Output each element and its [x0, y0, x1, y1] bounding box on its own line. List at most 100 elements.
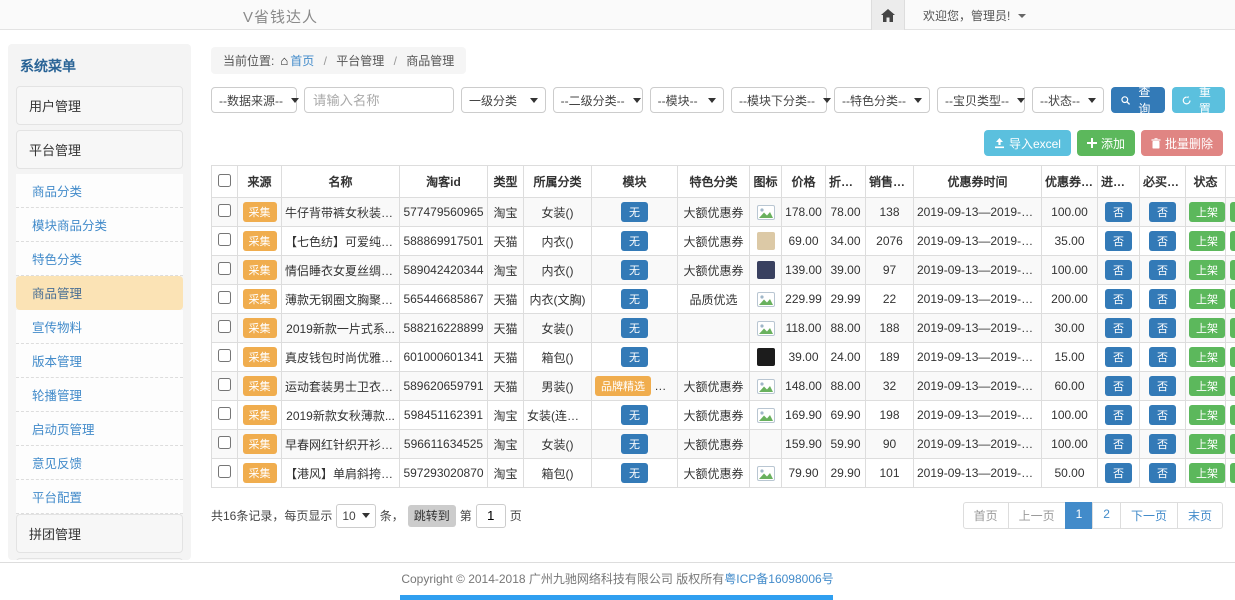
- status-button[interactable]: 上架: [1189, 231, 1225, 251]
- data-source-select[interactable]: --数据来源--: [211, 87, 297, 113]
- status-select[interactable]: --状态--: [1032, 87, 1104, 113]
- sidebar-group-拼团管理[interactable]: 拼团管理: [16, 514, 183, 553]
- item-type-select[interactable]: --宝贝类型--: [937, 87, 1025, 113]
- status-button[interactable]: 上架: [1189, 347, 1225, 367]
- batch-delete-button[interactable]: 批量删除: [1141, 130, 1223, 156]
- pager-button-2[interactable]: 2: [1092, 502, 1121, 529]
- edit-button[interactable]: [1230, 260, 1235, 280]
- select-all-checkbox[interactable]: [218, 174, 231, 187]
- home-button[interactable]: [871, 0, 905, 30]
- must-buy-toggle-button[interactable]: 否: [1149, 347, 1176, 367]
- level1-category-select[interactable]: 一级分类: [461, 87, 546, 113]
- import-toggle-button[interactable]: 否: [1105, 202, 1132, 222]
- module-select[interactable]: --模块--: [650, 87, 724, 113]
- source-badge[interactable]: 采集: [243, 347, 277, 367]
- pager-button-下一页[interactable]: 下一页: [1120, 502, 1178, 529]
- status-button[interactable]: 上架: [1189, 405, 1225, 425]
- row-checkbox[interactable]: [218, 291, 231, 304]
- status-button[interactable]: 上架: [1189, 463, 1225, 483]
- import-toggle-button[interactable]: 否: [1105, 231, 1132, 251]
- source-badge[interactable]: 采集: [243, 405, 277, 425]
- module-none-badge[interactable]: 无: [621, 231, 648, 251]
- source-badge[interactable]: 采集: [243, 202, 277, 222]
- row-checkbox[interactable]: [218, 465, 231, 478]
- edit-button[interactable]: [1230, 405, 1235, 425]
- sidebar-item-商品分类[interactable]: 商品分类: [16, 174, 183, 208]
- pager-button-上一页[interactable]: 上一页: [1008, 502, 1066, 529]
- sidebar-item-版本管理[interactable]: 版本管理: [16, 344, 183, 378]
- row-checkbox[interactable]: [218, 320, 231, 333]
- row-checkbox[interactable]: [218, 262, 231, 275]
- source-badge[interactable]: 采集: [243, 231, 277, 251]
- import-toggle-button[interactable]: 否: [1105, 376, 1132, 396]
- must-buy-toggle-button[interactable]: 否: [1149, 376, 1176, 396]
- edit-button[interactable]: [1230, 289, 1235, 309]
- must-buy-toggle-button[interactable]: 否: [1149, 318, 1176, 338]
- edit-button[interactable]: [1230, 202, 1235, 222]
- module-badge[interactable]: 品牌精选: [595, 376, 651, 396]
- status-button[interactable]: 上架: [1189, 260, 1225, 280]
- reset-button[interactable]: 重置: [1172, 87, 1225, 113]
- sidebar-group-用户管理[interactable]: 用户管理: [16, 86, 183, 125]
- must-buy-toggle-button[interactable]: 否: [1149, 289, 1176, 309]
- edit-button[interactable]: [1230, 347, 1235, 367]
- source-badge[interactable]: 采集: [243, 434, 277, 454]
- must-buy-toggle-button[interactable]: 否: [1149, 202, 1176, 222]
- row-checkbox[interactable]: [218, 407, 231, 420]
- sidebar-group-平台管理[interactable]: 平台管理: [16, 130, 183, 169]
- sidebar-item-启动页管理[interactable]: 启动页管理: [16, 412, 183, 446]
- must-buy-toggle-button[interactable]: 否: [1149, 260, 1176, 280]
- row-checkbox[interactable]: [218, 349, 231, 362]
- status-button[interactable]: 上架: [1189, 376, 1225, 396]
- module-none-badge[interactable]: 无: [621, 260, 648, 280]
- row-checkbox[interactable]: [218, 204, 231, 217]
- source-badge[interactable]: 采集: [243, 289, 277, 309]
- sidebar-item-意见反馈[interactable]: 意见反馈: [16, 446, 183, 480]
- import-toggle-button[interactable]: 否: [1105, 289, 1132, 309]
- source-badge[interactable]: 采集: [243, 376, 277, 396]
- import-toggle-button[interactable]: 否: [1105, 260, 1132, 280]
- import-toggle-button[interactable]: 否: [1105, 405, 1132, 425]
- edit-button[interactable]: [1230, 231, 1235, 251]
- page-number-input[interactable]: [476, 504, 506, 528]
- import-toggle-button[interactable]: 否: [1105, 463, 1132, 483]
- row-checkbox[interactable]: [218, 378, 231, 391]
- edit-button[interactable]: [1230, 463, 1235, 483]
- row-checkbox[interactable]: [218, 233, 231, 246]
- source-badge[interactable]: 采集: [243, 463, 277, 483]
- pager-button-末页[interactable]: 末页: [1177, 502, 1223, 529]
- edit-button[interactable]: [1230, 376, 1235, 396]
- edit-button[interactable]: [1230, 318, 1235, 338]
- import-toggle-button[interactable]: 否: [1105, 434, 1132, 454]
- module-none-badge[interactable]: 无: [621, 463, 648, 483]
- name-input[interactable]: [304, 87, 454, 113]
- pager-button-1[interactable]: 1: [1065, 502, 1094, 529]
- source-badge[interactable]: 采集: [243, 318, 277, 338]
- must-buy-toggle-button[interactable]: 否: [1149, 231, 1176, 251]
- sidebar-item-特色分类[interactable]: 特色分类: [16, 242, 183, 276]
- pager-button-首页[interactable]: 首页: [963, 502, 1009, 529]
- module-none-badge[interactable]: 无: [621, 202, 648, 222]
- import-toggle-button[interactable]: 否: [1105, 318, 1132, 338]
- sidebar-item-宣传物料[interactable]: 宣传物料: [16, 310, 183, 344]
- module-none-badge[interactable]: 无: [621, 318, 648, 338]
- icp-link[interactable]: 粤ICP备16098006号: [724, 570, 833, 587]
- per-page-select[interactable]: 10: [336, 504, 375, 528]
- level2-category-select[interactable]: --二级分类--: [553, 87, 643, 113]
- sidebar-group-省惠快报[interactable]: 省惠快报: [16, 558, 183, 560]
- jump-button[interactable]: 跳转到: [408, 505, 456, 527]
- sidebar-item-轮播管理[interactable]: 轮播管理: [16, 378, 183, 412]
- must-buy-toggle-button[interactable]: 否: [1149, 463, 1176, 483]
- must-buy-toggle-button[interactable]: 否: [1149, 405, 1176, 425]
- module-none-badge[interactable]: 无: [621, 347, 648, 367]
- import-excel-button[interactable]: 导入excel: [984, 130, 1071, 156]
- sidebar-item-平台配置[interactable]: 平台配置: [16, 480, 183, 514]
- status-button[interactable]: 上架: [1189, 202, 1225, 222]
- breadcrumb-home-link[interactable]: 首页: [290, 54, 314, 68]
- status-button[interactable]: 上架: [1189, 289, 1225, 309]
- module-none-badge[interactable]: 无: [621, 434, 648, 454]
- must-buy-toggle-button[interactable]: 否: [1149, 434, 1176, 454]
- add-button[interactable]: 添加: [1077, 130, 1135, 156]
- module-sub-category-select[interactable]: --模块下分类--: [731, 87, 827, 113]
- module-none-badge[interactable]: 无: [621, 405, 648, 425]
